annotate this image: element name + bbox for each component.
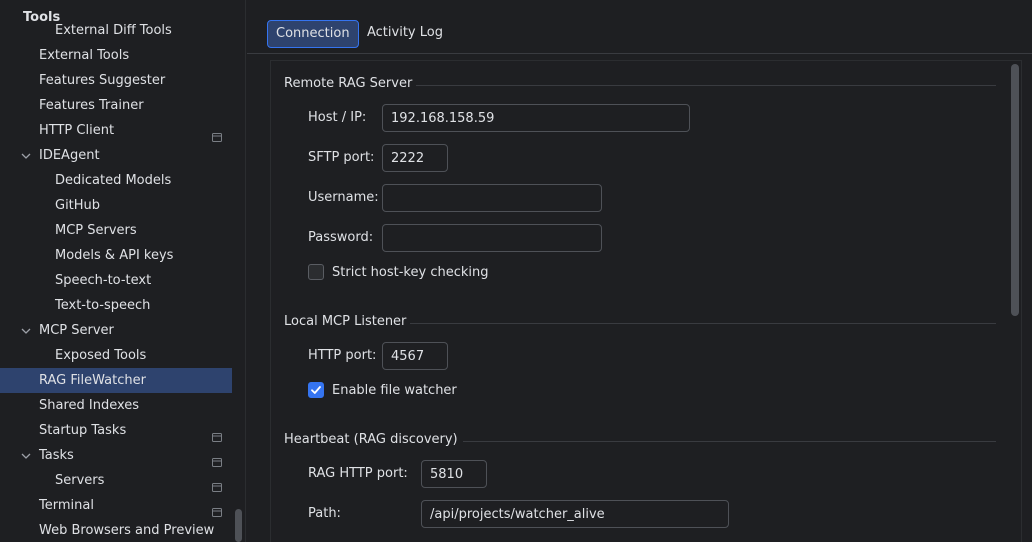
project-settings-icon	[212, 501, 222, 517]
tab-connection[interactable]: Connection	[267, 20, 359, 48]
sidebar-item-label: Tasks	[39, 448, 74, 463]
sidebar-item-label: Models & API keys	[55, 248, 174, 263]
sidebar-item-label: IDEAgent	[39, 148, 100, 163]
settings-sidebar: Tools External Diff Tools External Tools F…	[0, 0, 246, 542]
chevron-down-icon[interactable]	[20, 326, 32, 336]
enable-file-watcher-label: Enable file watcher	[332, 383, 457, 398]
rag-http-port-input[interactable]	[421, 460, 487, 488]
sidebar-item-label: Terminal	[39, 498, 94, 513]
sidebar-item-text-to-speech[interactable]: Text-to-speech	[0, 293, 232, 318]
checkmark-icon	[311, 386, 321, 394]
strict-host-key-label: Strict host-key checking	[332, 265, 489, 280]
sidebar-item-speech-to-text[interactable]: Speech-to-text	[0, 268, 232, 293]
section-divider	[463, 441, 996, 442]
sidebar-item-exposed-tools[interactable]: Exposed Tools	[0, 343, 232, 368]
sidebar-item-features-suggester[interactable]: Features Suggester	[0, 68, 232, 93]
sidebar-item-label: Speech-to-text	[55, 273, 152, 288]
sidebar-item-github[interactable]: GitHub	[0, 193, 232, 218]
sidebar-item-label: MCP Server	[39, 323, 114, 338]
sftp-port-label: SFTP port:	[308, 150, 375, 165]
sidebar-item-mcp-servers[interactable]: MCP Servers	[0, 218, 232, 243]
tab-activity-log[interactable]: Activity Log	[359, 20, 451, 48]
sidebar-item-rag-filewatcher[interactable]: RAG FileWatcher	[0, 368, 232, 393]
username-label: Username:	[308, 190, 379, 205]
section-divider	[410, 323, 996, 324]
sidebar-scrollbar[interactable]	[235, 509, 242, 542]
section-title-local: Local MCP Listener	[284, 314, 407, 329]
section-title-remote: Remote RAG Server	[284, 76, 413, 91]
content-scrollbar[interactable]	[1011, 64, 1019, 316]
chevron-down-icon[interactable]	[20, 451, 32, 461]
sidebar-item-label: Features Suggester	[39, 73, 166, 88]
sidebar-item-label: Web Browsers and Preview	[39, 523, 215, 538]
sidebar-item-label: Features Trainer	[39, 98, 144, 113]
sidebar-item-startup-tasks[interactable]: Startup Tasks	[0, 418, 232, 443]
sidebar-item-terminal[interactable]: Terminal	[0, 493, 232, 518]
enable-file-watcher-checkbox[interactable]	[308, 382, 324, 398]
host-input[interactable]	[382, 104, 690, 132]
connection-panel: Remote RAG Server Host / IP: SFTP port: …	[270, 60, 1022, 542]
sidebar-item-label: Exposed Tools	[55, 348, 147, 363]
sidebar-item-label: HTTP Client	[39, 123, 115, 138]
sidebar-item-mcp-server[interactable]: MCP Server	[0, 318, 232, 343]
sidebar-item-label: GitHub	[55, 198, 101, 213]
username-input[interactable]	[382, 184, 602, 212]
path-input[interactable]	[421, 500, 729, 528]
sidebar-item-servers[interactable]: Servers	[0, 468, 232, 493]
chevron-down-icon[interactable]	[20, 151, 32, 161]
sidebar-item-models-api-keys[interactable]: Models & API keys	[0, 243, 232, 268]
sidebar-item-dedicated-models[interactable]: Dedicated Models	[0, 168, 232, 193]
path-label: Path:	[308, 506, 341, 521]
tab-bar: Connection Activity Log	[247, 0, 1032, 54]
sidebar-header: Tools	[23, 10, 61, 25]
sidebar-item-external-tools[interactable]: External Tools	[0, 43, 232, 68]
project-settings-icon	[212, 451, 222, 467]
strict-host-key-checkbox[interactable]	[308, 264, 324, 280]
sidebar-item-http-client[interactable]: HTTP Client	[0, 118, 232, 143]
sidebar-item-label: Servers	[55, 473, 105, 488]
password-label: Password:	[308, 230, 374, 245]
sidebar-item-label: External Tools	[39, 48, 130, 63]
sidebar-item-features-trainer[interactable]: Features Trainer	[0, 93, 232, 118]
sidebar-item-label: Shared Indexes	[39, 398, 140, 413]
sidebar-item-shared-indexes[interactable]: Shared Indexes	[0, 393, 232, 418]
password-input[interactable]	[382, 224, 602, 252]
sftp-port-input[interactable]	[382, 144, 448, 172]
section-divider	[416, 85, 996, 86]
sidebar-item-label: MCP Servers	[55, 223, 137, 238]
settings-content: Connection Activity Log Remote RAG Serve…	[247, 0, 1032, 542]
sidebar-item-label: Text-to-speech	[55, 298, 151, 313]
section-title-heartbeat: Heartbeat (RAG discovery)	[284, 432, 458, 447]
http-port-label: HTTP port:	[308, 348, 377, 363]
project-settings-icon	[212, 426, 222, 442]
project-settings-icon	[212, 126, 222, 142]
project-settings-icon	[212, 476, 222, 492]
sidebar-item-ideagent[interactable]: IDEAgent	[0, 143, 232, 168]
http-port-input[interactable]	[382, 342, 448, 370]
sidebar-item-web-browsers-and-preview[interactable]: Web Browsers and Preview	[0, 518, 232, 542]
rag-http-port-label: RAG HTTP port:	[308, 466, 408, 481]
host-label: Host / IP:	[308, 110, 367, 125]
sidebar-item-tasks[interactable]: Tasks	[0, 443, 232, 468]
sidebar-item-label: Startup Tasks	[39, 423, 127, 438]
sidebar-item-label: RAG FileWatcher	[39, 373, 146, 388]
sidebar-item-label: Dedicated Models	[55, 173, 172, 188]
sidebar-item-label: External Diff Tools	[55, 23, 172, 38]
